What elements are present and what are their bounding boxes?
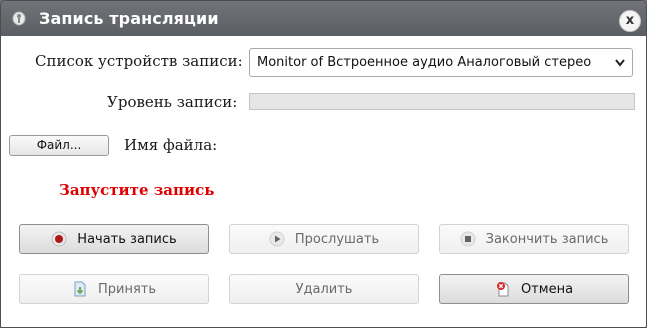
recording-level-meter: [249, 93, 635, 110]
cancel-document-icon: [496, 282, 509, 297]
start-recording-button[interactable]: Начать запись: [19, 224, 209, 254]
cancel-label: Отмена: [520, 281, 574, 297]
status-message: Запустите запись: [59, 181, 215, 199]
stop-recording-button[interactable]: Закончить запись: [439, 224, 629, 254]
filename-label: Имя файла:: [124, 136, 218, 154]
device-select[interactable]: Monitor of Встроенное аудио Аналоговый с…: [249, 48, 633, 77]
device-select-value: Monitor of Встроенное аудио Аналоговый с…: [257, 55, 592, 70]
play-icon: [269, 231, 285, 247]
cancel-button[interactable]: Отмена: [439, 274, 629, 304]
listen-label: Прослушать: [294, 231, 380, 247]
delete-label: Удалить: [295, 281, 353, 297]
stop-icon: [460, 231, 476, 247]
accept-label: Принять: [97, 281, 157, 297]
delete-button[interactable]: Удалить: [229, 274, 419, 304]
app-icon: [12, 11, 26, 26]
title-bar[interactable]: Запись трансляции x: [1, 1, 646, 36]
recording-level-label: Уровень записи:: [107, 93, 238, 111]
close-button[interactable]: x: [619, 10, 641, 32]
accept-button[interactable]: Принять: [19, 274, 209, 304]
listen-button[interactable]: Прослушать: [229, 224, 419, 254]
record-icon: [51, 231, 67, 247]
save-document-icon: [74, 281, 86, 297]
window-title: Запись трансляции: [39, 9, 219, 28]
chevron-down-icon: [615, 59, 625, 67]
file-button[interactable]: Файл...: [9, 135, 109, 156]
start-recording-label: Начать запись: [77, 231, 177, 247]
record-stream-dialog: Запись трансляции x Список устройств зап…: [0, 0, 647, 328]
stop-recording-label: Закончить запись: [485, 231, 609, 247]
device-list-label: Список устройств записи:: [35, 52, 243, 70]
